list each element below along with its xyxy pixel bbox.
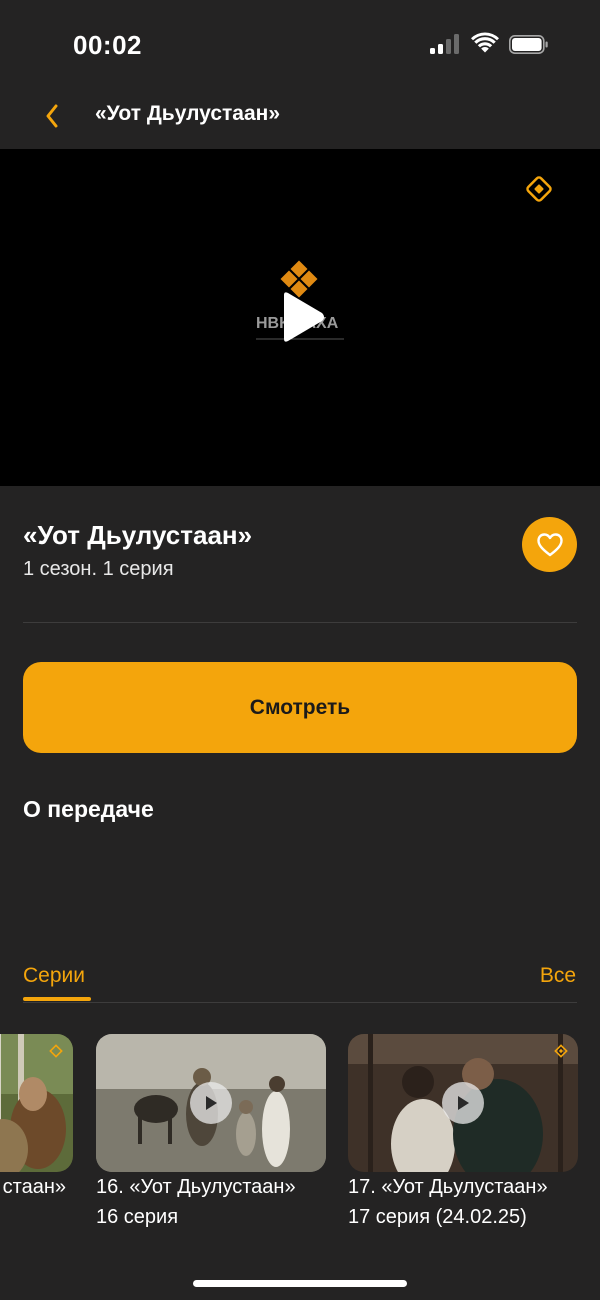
tabs-divider — [23, 1002, 577, 1003]
episode-thumbnail — [0, 1034, 73, 1172]
see-all-link[interactable]: Все — [540, 964, 576, 988]
play-icon[interactable] — [190, 1082, 232, 1124]
about-heading: О передаче — [23, 796, 154, 822]
page-title: «Уот Дьулустаан» — [95, 102, 281, 125]
home-indicator[interactable] — [193, 1280, 407, 1287]
episode-title: 16. «Уот Дьулустаан» — [96, 1176, 296, 1198]
wifi-icon — [471, 32, 499, 53]
episode-thumbnail — [348, 1034, 578, 1172]
episode-title: стаан» — [2, 1176, 66, 1198]
episodes-carousel[interactable]: стаан» 16. «Уот Дьулустаан» 16 серия 17.… — [0, 1034, 600, 1234]
episode-title: 17. «Уот Дьулустаан» — [348, 1176, 548, 1198]
status-bar: 00:02 — [0, 0, 600, 90]
play-icon[interactable] — [276, 289, 328, 345]
top-nav-bar: «Уот Дьулустаан» — [0, 90, 600, 148]
tab-active-indicator — [23, 997, 91, 1001]
video-player[interactable]: НВК САХА — [0, 149, 600, 486]
live-diamond-icon — [49, 1044, 63, 1058]
watch-button[interactable]: Смотреть — [23, 662, 577, 753]
show-subtitle: 1 сезон. 1 серия — [23, 558, 174, 580]
battery-icon — [509, 35, 548, 54]
episode-subtitle: 16 серия — [96, 1206, 179, 1228]
episode-subtitle: 17 серия (24.02.25) — [348, 1206, 527, 1228]
heart-icon — [536, 532, 563, 556]
divider — [23, 622, 577, 623]
signal-icon — [430, 34, 462, 54]
show-title: «Уот Дьулустаан» — [23, 520, 253, 550]
live-diamond-icon — [554, 1044, 568, 1058]
play-icon[interactable] — [442, 1082, 484, 1124]
live-diamond-icon[interactable] — [525, 175, 553, 203]
tab-series[interactable]: Серии — [23, 964, 85, 988]
status-time: 00:02 — [73, 30, 142, 60]
back-chevron-icon[interactable] — [36, 96, 70, 136]
episode-thumbnail — [96, 1034, 326, 1172]
favorite-button[interactable] — [522, 517, 577, 572]
